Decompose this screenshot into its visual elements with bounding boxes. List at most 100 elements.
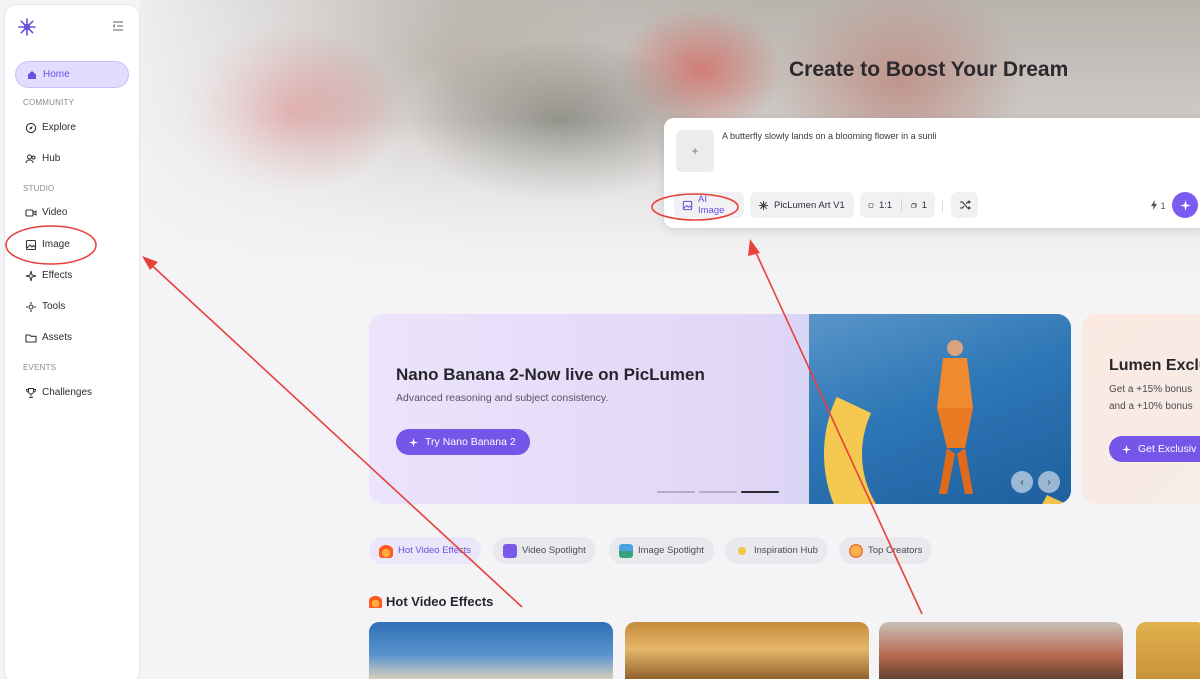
sidebar-item-label: Hub bbox=[42, 153, 61, 164]
model-label: PicLumen Art V1 bbox=[774, 199, 845, 211]
tab-top-creators[interactable]: Top Creators bbox=[839, 537, 933, 564]
try-nano-banana-button[interactable]: Try Nano Banana 2 bbox=[396, 429, 530, 455]
generate-button[interactable] bbox=[1172, 192, 1198, 218]
shuffle-icon bbox=[959, 200, 971, 210]
tab-image-spotlight[interactable]: Image Spotlight bbox=[609, 537, 715, 564]
sidebar-item-label: Tools bbox=[42, 301, 66, 312]
section-heading: Hot Video Effects bbox=[369, 594, 493, 609]
video-effect-card[interactable] bbox=[369, 622, 613, 679]
picture-icon bbox=[619, 543, 633, 558]
button-label: Try Nano Banana 2 bbox=[425, 436, 516, 448]
model-select[interactable]: PicLumen Art V1 bbox=[750, 192, 854, 218]
sparkle-icon bbox=[25, 270, 37, 282]
video-camera-icon bbox=[503, 543, 517, 558]
carousel-dot[interactable] bbox=[657, 491, 695, 493]
sidebar-item-video[interactable]: Video bbox=[15, 199, 129, 226]
sidebar-item-label: Explore bbox=[42, 122, 76, 133]
offer-line: and a +10% bonus bbox=[1109, 401, 1193, 412]
sidebar-item-label: Challenges bbox=[42, 387, 93, 398]
image-count-icon bbox=[911, 202, 917, 208]
section-label-community: COMMUNITY bbox=[23, 98, 75, 107]
plus-icon: + bbox=[691, 144, 699, 158]
sidebar-item-tools[interactable]: Tools bbox=[15, 293, 129, 320]
lightning-icon bbox=[1151, 200, 1157, 210]
tab-hot-video-effects[interactable]: Hot Video Effects bbox=[369, 537, 482, 564]
sidebar-item-label: Image bbox=[42, 239, 70, 250]
section-label-events: EVENTS bbox=[23, 363, 57, 372]
collapse-sidebar-icon[interactable] bbox=[111, 19, 125, 33]
tab-label: Inspiration Hub bbox=[754, 545, 818, 556]
video-icon bbox=[25, 207, 37, 219]
aspect-ratio-icon bbox=[868, 202, 874, 208]
tab-inspiration-hub[interactable]: Inspiration Hub bbox=[725, 537, 828, 564]
sidebar-item-label: Assets bbox=[42, 332, 73, 343]
sidebar-item-home[interactable]: Home bbox=[15, 61, 129, 88]
prompt-panel: + A butterfly slowly lands on a blooming… bbox=[664, 118, 1200, 228]
carousel-dot[interactable] bbox=[699, 491, 737, 493]
sparkle-icon bbox=[1179, 199, 1191, 211]
tab-label: Hot Video Effects bbox=[398, 545, 472, 556]
sidebar-item-hub[interactable]: Hub bbox=[15, 145, 129, 172]
carousel-dot-active[interactable] bbox=[741, 491, 779, 493]
offer-line: Get a +15% bonus bbox=[1109, 384, 1193, 395]
shuffle-button[interactable] bbox=[951, 192, 978, 218]
image-icon bbox=[25, 239, 37, 251]
tools-icon bbox=[25, 301, 37, 313]
logo-icon[interactable] bbox=[17, 17, 37, 37]
carousel-indicator bbox=[657, 491, 779, 493]
toolbar-divider bbox=[942, 200, 943, 212]
video-effect-card[interactable] bbox=[625, 622, 869, 679]
sidebar-item-assets[interactable]: Assets bbox=[15, 324, 129, 351]
model-figure-image bbox=[937, 340, 973, 494]
offer-title: Lumen Exclu bbox=[1109, 357, 1200, 374]
mode-label: AI Image bbox=[698, 194, 725, 216]
credit-label: 1 bbox=[1160, 201, 1166, 211]
folder-icon bbox=[25, 332, 37, 344]
prompt-input[interactable]: A butterfly slowly lands on a blooming f… bbox=[722, 131, 937, 141]
sparkles-icon bbox=[735, 543, 749, 558]
home-icon bbox=[26, 69, 38, 81]
image-icon bbox=[682, 200, 693, 210]
upload-image-button[interactable]: + bbox=[676, 130, 714, 172]
tab-label: Top Creators bbox=[868, 545, 923, 556]
ratio-label: 1:1 bbox=[878, 199, 893, 211]
count-label: 1 bbox=[921, 199, 927, 211]
sidebar-item-label: Video bbox=[42, 207, 68, 218]
sidebar-item-label: Effects bbox=[42, 270, 73, 281]
tab-video-spotlight[interactable]: Video Spotlight bbox=[493, 537, 596, 564]
sidebar-item-challenges[interactable]: Challenges bbox=[15, 379, 129, 406]
banner-subtitle: Advanced reasoning and subject consisten… bbox=[396, 392, 609, 404]
sparkle-icon bbox=[1121, 444, 1132, 454]
section-label-studio: STUDIO bbox=[23, 184, 55, 193]
sidebar-item-effects[interactable]: Effects bbox=[15, 262, 129, 289]
ratio-count-select[interactable]: 1:1 1 bbox=[860, 192, 935, 218]
carousel-next-button[interactable]: › bbox=[1038, 471, 1060, 493]
sidebar: Home COMMUNITY Explore Hub STUDIO Video … bbox=[4, 4, 140, 679]
promo-banner[interactable]: Nano Banana 2-Now live on PicLumen Advan… bbox=[369, 314, 1071, 504]
video-effect-card[interactable] bbox=[879, 622, 1123, 679]
users-icon bbox=[25, 153, 37, 165]
get-exclusive-button[interactable]: Get Exclusiv bbox=[1109, 436, 1200, 462]
button-label: Get Exclusiv bbox=[1138, 443, 1197, 455]
trophy-icon bbox=[25, 387, 37, 399]
pill-divider bbox=[901, 199, 902, 211]
tab-label: Image Spotlight bbox=[638, 545, 705, 556]
sidebar-item-explore[interactable]: Explore bbox=[15, 114, 129, 141]
banner-title: Nano Banana 2-Now live on PicLumen bbox=[396, 365, 705, 384]
exclusive-offer-banner[interactable]: Lumen Exclu Get a +15% bonus and a +10% … bbox=[1082, 314, 1200, 504]
compass-icon bbox=[25, 122, 37, 134]
chevron-right-icon: › bbox=[1047, 476, 1051, 488]
section-title: Hot Video Effects bbox=[386, 594, 494, 609]
sparkle-icon bbox=[408, 437, 419, 447]
model-logo-icon bbox=[758, 200, 769, 210]
chevron-left-icon: ‹ bbox=[1020, 476, 1024, 488]
mode-select-ai-image[interactable]: AI Image bbox=[674, 192, 744, 218]
credit-cost: 1 bbox=[1150, 200, 1166, 211]
tab-label: Video Spotlight bbox=[522, 545, 586, 556]
fire-icon bbox=[379, 543, 393, 558]
star-face-icon bbox=[849, 543, 863, 558]
sidebar-item-label: Home bbox=[43, 69, 70, 80]
carousel-prev-button[interactable]: ‹ bbox=[1011, 471, 1033, 493]
sidebar-item-image[interactable]: Image bbox=[15, 231, 129, 258]
video-effect-card[interactable] bbox=[1136, 622, 1200, 679]
